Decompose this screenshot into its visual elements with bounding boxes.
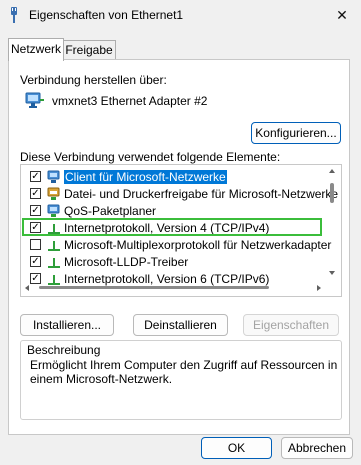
list-item-label: QoS-Paketplaner [64, 204, 157, 218]
file-printer-sharing-icon [47, 187, 60, 200]
window-title: Eigenschaften von Ethernet1 [29, 8, 184, 22]
scroll-up-icon[interactable] [329, 169, 335, 173]
properties-button: Eigenschaften [243, 314, 339, 336]
tab-freigabe[interactable]: Freigabe [62, 40, 116, 60]
list-item-file-printer-sharing[interactable]: ✓ Datei- und Druckerfreigabe für Microso… [21, 186, 338, 203]
protocol-icon [48, 258, 60, 268]
checkbox-unchecked[interactable] [30, 239, 41, 250]
list-item-label: Microsoft-LLDP-Treiber [64, 255, 189, 269]
scroll-down-icon[interactable] [329, 271, 335, 275]
cancel-button[interactable]: Abbrechen [281, 437, 353, 459]
uninstall-button[interactable]: Deinstallieren [133, 314, 228, 336]
ok-button[interactable]: OK [201, 437, 272, 459]
configure-button[interactable]: Konfigurieren... [251, 122, 341, 144]
list-item-label: Microsoft-Multiplexorprotokoll für Netzw… [64, 238, 332, 252]
install-button[interactable]: Installieren... [20, 314, 114, 336]
description-title: Beschreibung [27, 343, 101, 357]
list-item-label: Datei- und Druckerfreigabe für Microsoft… [64, 187, 339, 201]
checkbox-checked[interactable]: ✓ [30, 205, 41, 216]
connect-using-label: Verbindung herstellen über: [20, 73, 167, 87]
scroll-right-icon[interactable] [317, 285, 321, 291]
tab-netzwerk[interactable]: Netzwerk [8, 38, 64, 61]
checkbox-checked[interactable]: ✓ [30, 188, 41, 199]
network-client-icon [47, 170, 60, 183]
network-service-icon [47, 204, 60, 217]
list-item-label: Client für Microsoft-Netzwerke [64, 170, 227, 184]
adapter-name: vmxnet3 Ethernet Adapter #2 [52, 94, 208, 108]
network-adapter-icon [25, 92, 44, 108]
list-item-lldp-driver[interactable]: ✓ Microsoft-LLDP-Treiber [21, 254, 321, 271]
network-cable-icon [11, 7, 17, 23]
close-icon[interactable]: ✕ [326, 2, 358, 28]
scroll-left-icon[interactable] [25, 285, 29, 291]
description-text-line-1: Ermöglicht Ihrem Computer den Zugriff au… [30, 358, 338, 372]
horizontal-scrollbar[interactable] [21, 281, 325, 294]
list-item-ms-multiplexor[interactable]: Microsoft-Multiplexorprotokoll für Netzw… [21, 237, 331, 254]
checkbox-checked[interactable]: ✓ [30, 171, 41, 182]
checkbox-checked[interactable]: ✓ [30, 256, 41, 267]
items-label: Diese Verbindung verwendet folgende Elem… [20, 150, 281, 164]
title-bar: Eigenschaften von Ethernet1 ✕ [0, 0, 361, 30]
description-text-line-2: einem Microsoft-Netzwerk. [30, 372, 173, 386]
protocol-icon [48, 241, 60, 251]
highlight-box [22, 218, 322, 236]
vertical-scrollbar[interactable] [325, 165, 339, 279]
list-item-client-ms-networks[interactable]: ✓ Client für Microsoft-Netzwerke [21, 169, 321, 186]
